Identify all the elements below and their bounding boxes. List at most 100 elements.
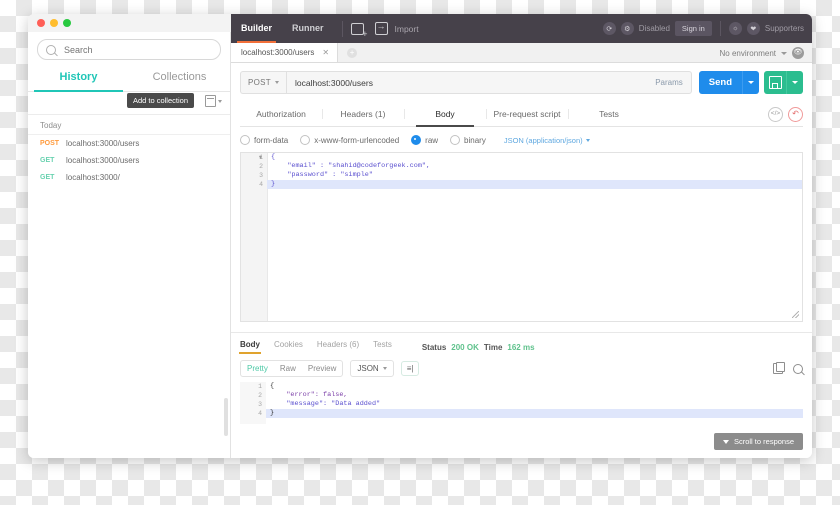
radio-urlencoded[interactable]: x-www-form-urlencoded xyxy=(300,135,399,145)
app-window: History Collections Add to collection To… xyxy=(28,14,812,458)
toolbar-mode-runner[interactable]: Runner xyxy=(282,14,334,43)
response-tab-body[interactable]: Body xyxy=(239,340,261,354)
line-number: 1 xyxy=(259,154,263,161)
clear-history-button[interactable] xyxy=(205,95,222,107)
tab-pre-request-script[interactable]: Pre-request script xyxy=(486,103,568,126)
request-tab[interactable]: localhost:3000/users ✕ xyxy=(231,43,339,62)
response-tab-tests[interactable]: Tests xyxy=(373,340,392,354)
save-button[interactable] xyxy=(764,71,786,94)
method-label: POST xyxy=(248,78,271,87)
close-icon[interactable]: ✕ xyxy=(322,48,329,57)
url-input[interactable]: localhost:3000/users Params xyxy=(285,71,692,94)
send-options-button[interactable] xyxy=(742,71,759,94)
editor-content[interactable]: { "email" : "shahid@codeforgeek.com", "p… xyxy=(267,153,802,189)
code-icon[interactable]: </> xyxy=(768,107,783,122)
history-method: GET xyxy=(40,157,55,164)
resize-grip-icon[interactable] xyxy=(792,311,799,318)
line-number: 1 xyxy=(258,383,262,390)
code-line: { xyxy=(271,153,276,161)
eye-icon[interactable]: 👁 xyxy=(792,47,804,59)
import-icon[interactable] xyxy=(374,21,388,35)
sidebar-tab-collections[interactable]: Collections xyxy=(129,65,230,91)
environment-selector[interactable]: No environment 👁 xyxy=(720,47,812,62)
sidebar: History Collections Add to collection To… xyxy=(28,32,231,458)
fold-toggle-icon[interactable]: ▾ xyxy=(259,154,262,161)
history-group-header: Today xyxy=(28,115,230,135)
history-url: localhost:3000/users xyxy=(66,156,140,165)
response-tab-headers[interactable]: Headers (6) xyxy=(317,340,359,354)
scroll-to-response-button[interactable]: Scroll to response xyxy=(713,433,803,450)
list-item[interactable]: POST localhost:3000/users xyxy=(28,135,230,152)
body-type-options: form-data x-www-form-urlencoded raw bina… xyxy=(231,127,812,145)
response-line: { xyxy=(270,382,275,390)
response-tabs: Body Cookies Headers (6) Tests Status 20… xyxy=(231,333,812,354)
view-mode-pretty[interactable]: Pretty xyxy=(241,361,274,376)
undo-icon[interactable]: ↶ xyxy=(788,107,803,122)
response-line: } xyxy=(266,409,803,418)
search-box[interactable] xyxy=(37,39,221,60)
time-label: Time xyxy=(483,342,503,352)
code-line: "password" : "simple" xyxy=(271,171,373,179)
radio-label: binary xyxy=(464,135,486,145)
chevron-down-icon xyxy=(792,81,798,84)
supporters-label[interactable]: Supporters xyxy=(765,24,804,33)
search-icon[interactable] xyxy=(793,363,803,374)
radio-binary[interactable]: binary xyxy=(450,135,486,145)
sync-icon[interactable]: ⟳ xyxy=(602,22,616,35)
bell-icon[interactable]: ☼ xyxy=(728,22,742,35)
trash-icon xyxy=(205,95,216,107)
line-number: 3 xyxy=(259,172,263,179)
radio-label: form-data xyxy=(254,135,289,145)
list-item[interactable]: GET localhost:3000/ xyxy=(28,169,230,186)
close-window-button[interactable] xyxy=(37,19,45,27)
sidebar-tab-history[interactable]: History xyxy=(28,65,129,92)
url-value: localhost:3000/users xyxy=(294,77,373,88)
editor-gutter: 1 2 3 4 ▾ xyxy=(241,153,268,321)
radio-form-data[interactable]: form-data xyxy=(240,135,288,145)
response-format-selector[interactable]: JSON xyxy=(350,360,394,377)
list-item[interactable]: GET localhost:3000/users xyxy=(28,152,230,169)
heart-icon[interactable]: ❤ xyxy=(746,22,760,35)
sign-in-button[interactable]: Sign in xyxy=(674,21,712,36)
history-method: GET xyxy=(40,174,55,181)
toolbar-mode-builder[interactable]: Builder xyxy=(231,14,282,43)
content-type-selector[interactable]: JSON (application/json) xyxy=(504,136,590,145)
tab-headers[interactable]: Headers (1) xyxy=(322,103,404,126)
search-icon xyxy=(46,44,56,55)
copy-icon[interactable] xyxy=(773,362,785,374)
tab-authorization[interactable]: Authorization xyxy=(240,103,322,126)
response-content: { "error": false, "message": "Data added… xyxy=(266,382,803,418)
environment-label: No environment xyxy=(719,48,776,58)
sidebar-scrollbar[interactable] xyxy=(224,398,228,436)
maximize-window-button[interactable] xyxy=(63,19,71,27)
gear-icon[interactable]: ⚙ xyxy=(620,22,634,35)
chevron-down-icon xyxy=(781,51,787,55)
send-button[interactable]: Send xyxy=(698,71,742,94)
request-section-tabs: Authorization Headers (1) Body Pre-reque… xyxy=(240,103,803,127)
request-tab-label: localhost:3000/users xyxy=(241,48,315,57)
request-body-editor[interactable]: 1 2 3 4 ▾ { "email" : "shahid@codeforgee… xyxy=(240,152,803,322)
radio-raw[interactable]: raw xyxy=(411,135,438,145)
search-input[interactable] xyxy=(62,43,206,56)
tab-tests[interactable]: Tests xyxy=(568,103,650,126)
save-icon xyxy=(768,76,782,89)
word-wrap-icon[interactable]: ≡| xyxy=(400,361,420,376)
chevron-down-icon xyxy=(722,439,729,444)
tab-body[interactable]: Body xyxy=(404,103,486,127)
view-mode-raw[interactable]: Raw xyxy=(274,361,302,376)
minimize-window-button[interactable] xyxy=(50,19,58,27)
response-tab-cookies[interactable]: Cookies xyxy=(274,340,303,354)
radio-icon xyxy=(450,135,461,145)
response-body-editor[interactable]: 1 2 3 4 { "error": false, "message": "Da… xyxy=(240,382,803,424)
save-options-button[interactable] xyxy=(786,71,803,94)
params-button[interactable]: Params xyxy=(655,78,683,87)
plus-icon[interactable]: + xyxy=(347,48,358,58)
view-mode-preview[interactable]: Preview xyxy=(302,361,342,376)
titlebar xyxy=(28,14,231,32)
import-label[interactable]: Import xyxy=(395,24,419,34)
sidebar-actions: Add to collection xyxy=(28,92,230,115)
new-tab-icon[interactable] xyxy=(350,22,368,39)
time-value: 162 ms xyxy=(507,342,535,352)
method-selector[interactable]: POST xyxy=(240,71,286,94)
chevron-down-icon xyxy=(382,367,387,370)
